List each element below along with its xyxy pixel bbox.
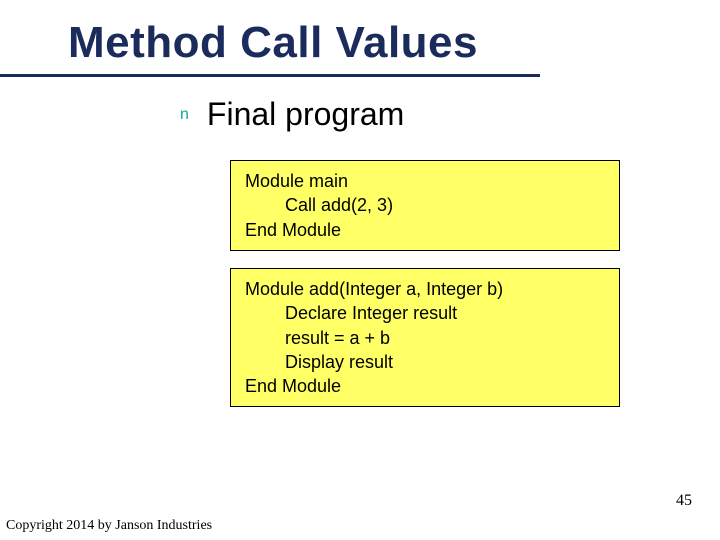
slide: Method Call Values n Final program Modul… (0, 0, 720, 540)
code-block-main: Module main Call add(2, 3) End Module (230, 160, 620, 251)
page-number: 45 (676, 492, 692, 510)
bullet-item: n Final program (180, 96, 404, 133)
title-underline (0, 74, 540, 77)
slide-title: Method Call Values (68, 18, 478, 68)
code-block-add: Module add(Integer a, Integer b) Declare… (230, 268, 620, 407)
copyright-text: Copyright 2014 by Janson Industries (6, 518, 212, 534)
bullet-marker-icon: n (180, 106, 189, 124)
bullet-text: Final program (207, 96, 404, 133)
